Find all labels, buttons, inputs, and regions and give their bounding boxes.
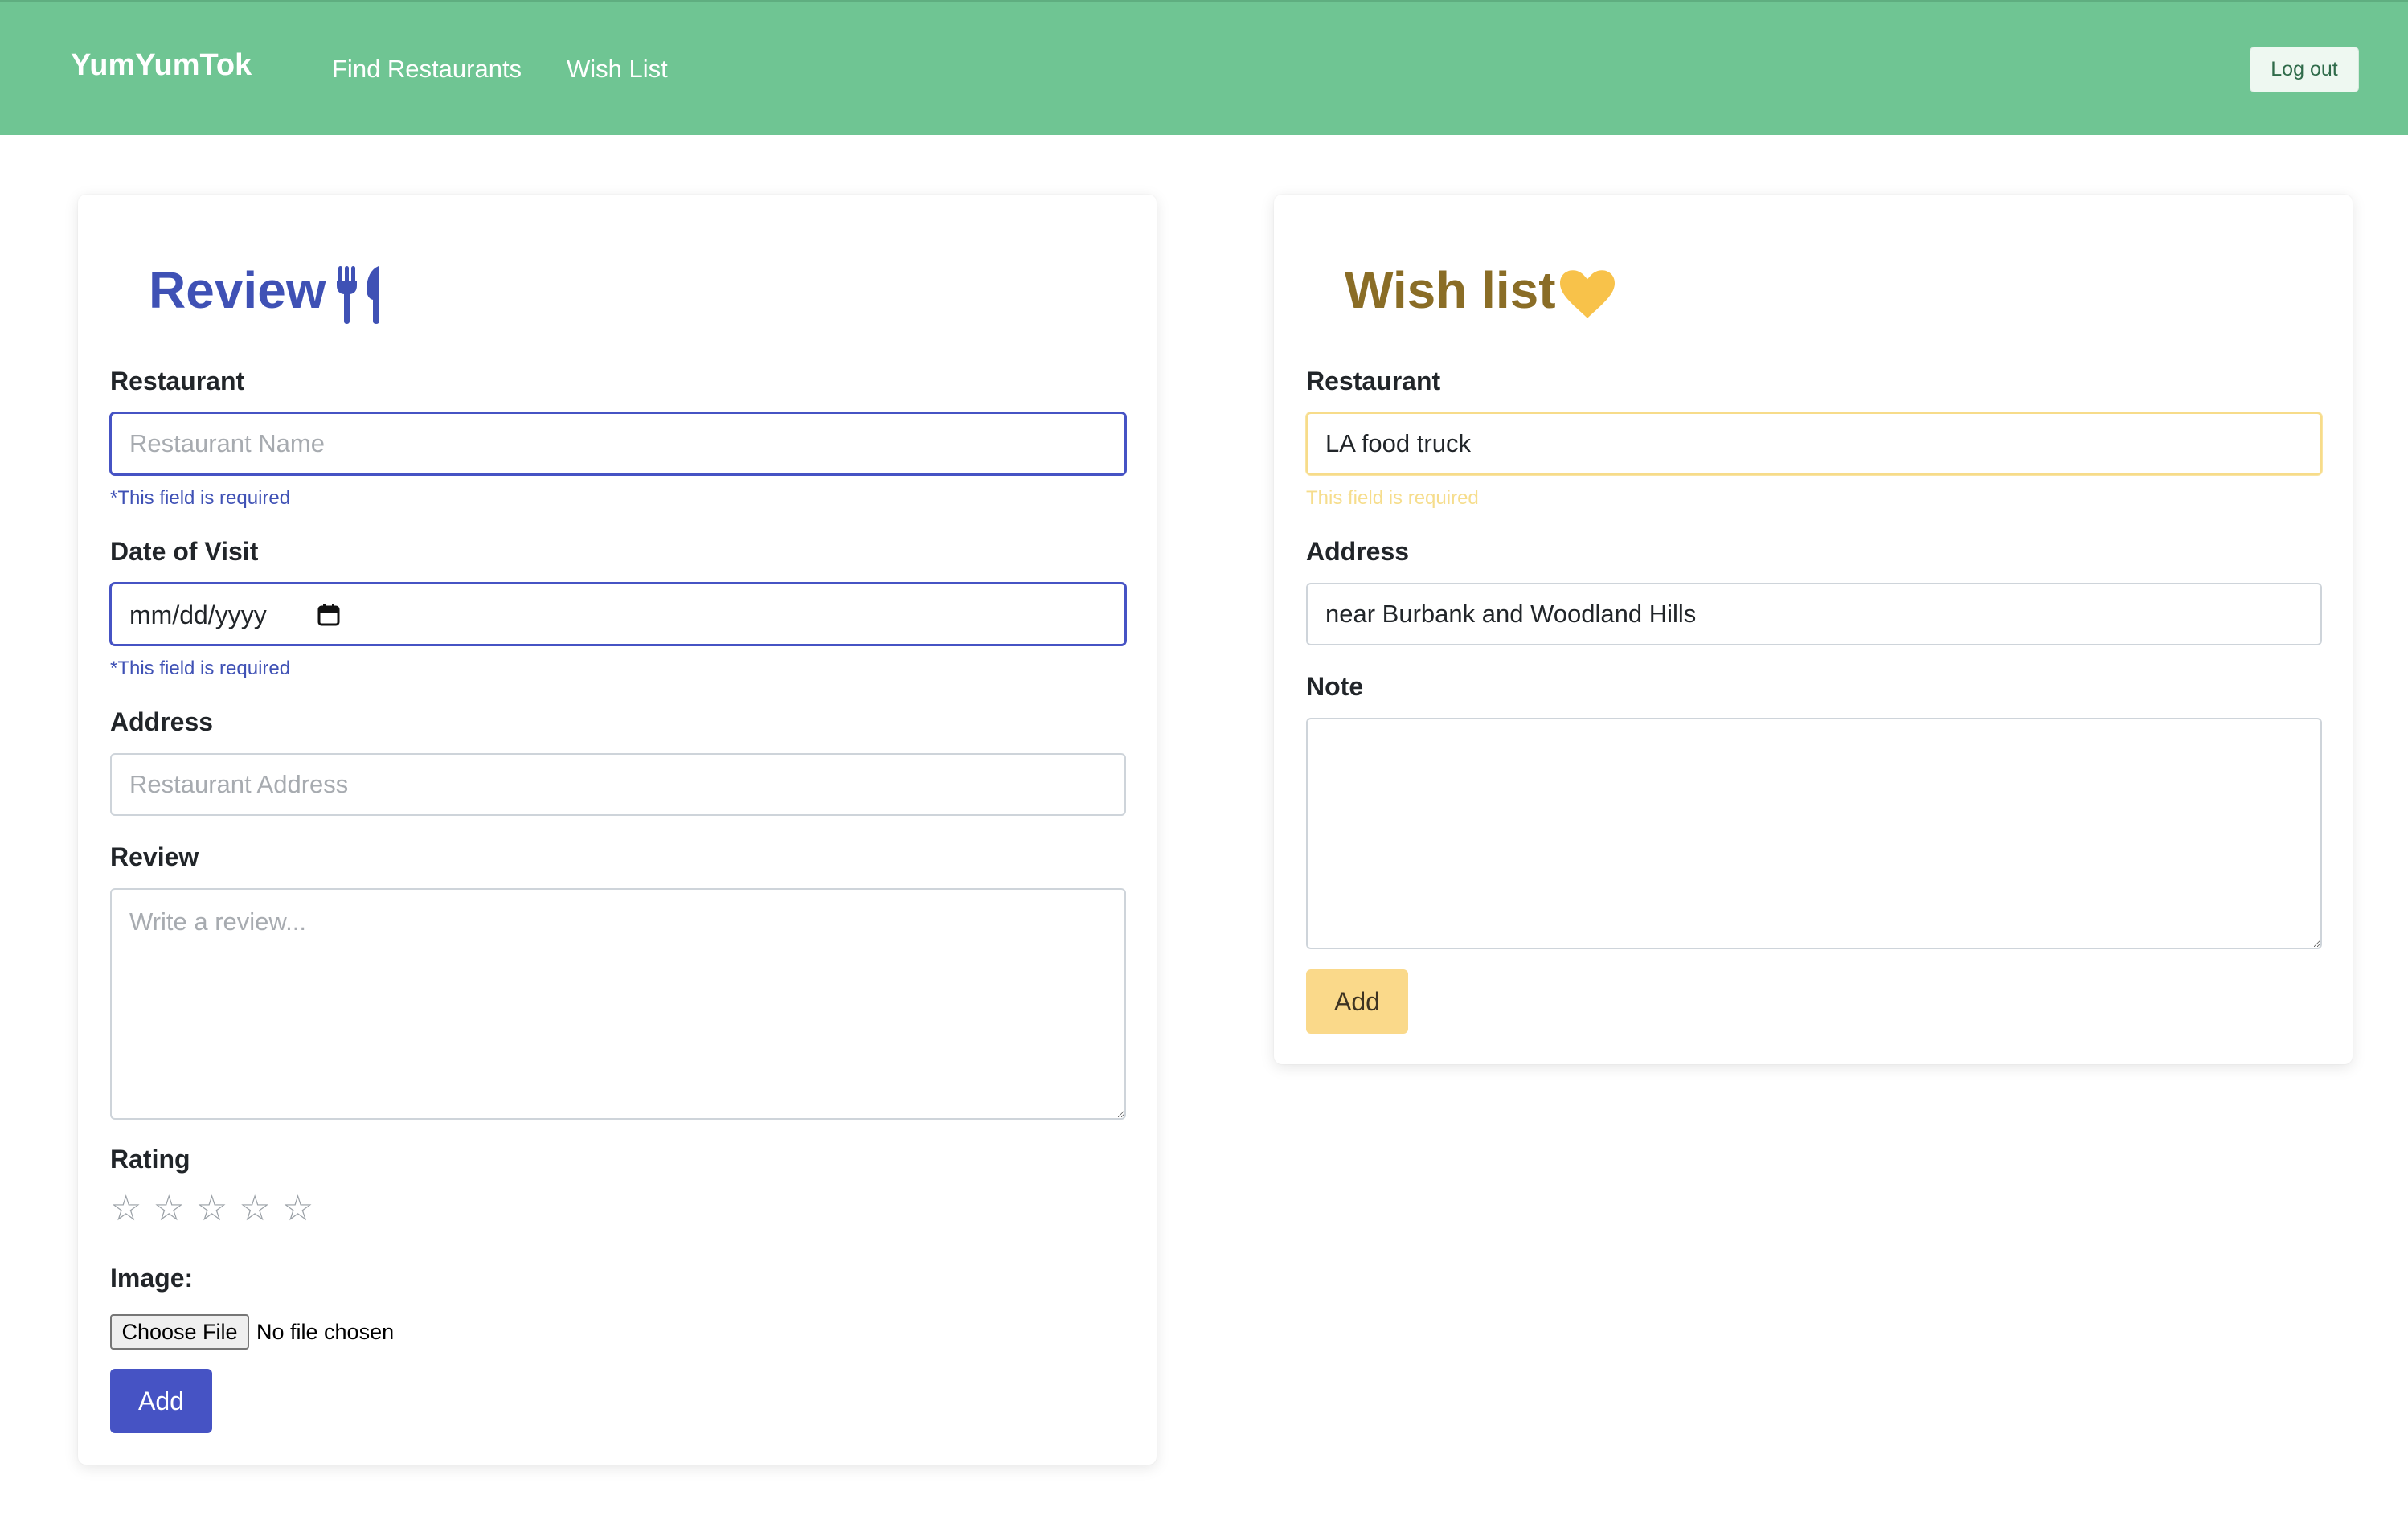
note-textarea[interactable] (1306, 718, 2322, 949)
restaurant-name-input[interactable] (110, 412, 1126, 475)
wish-add-button[interactable]: Add (1306, 969, 1408, 1034)
wish-restaurant-required-hint: This field is required (1306, 487, 1479, 509)
address-label: Address (110, 707, 214, 736)
review-title: Review (149, 261, 326, 319)
wish-restaurant-input[interactable] (1306, 412, 2322, 475)
star-icon[interactable]: ☆ (282, 1191, 313, 1227)
address-input[interactable] (110, 753, 1126, 816)
wish-list-card: Wish list Restaurant This field is requi… (1274, 195, 2353, 1064)
rating-stars[interactable]: ☆ ☆ ☆ ☆ ☆ (110, 1191, 313, 1227)
rating-label: Rating (110, 1145, 190, 1174)
star-icon[interactable]: ☆ (153, 1191, 184, 1227)
wish-address-label: Address (1306, 537, 1410, 566)
note-label: Note (1306, 672, 1364, 701)
restaurant-required-hint: *This field is required (110, 487, 291, 509)
utensils-icon (337, 266, 379, 324)
star-icon[interactable]: ☆ (110, 1191, 141, 1227)
restaurant-label: Restaurant (110, 367, 245, 395)
date-required-hint: *This field is required (110, 658, 291, 679)
logout-button[interactable]: Log out (2250, 47, 2359, 92)
wish-restaurant-label: Restaurant (1306, 367, 1441, 395)
date-format-text: mm/dd/yyyy (129, 600, 267, 629)
choose-file-button[interactable]: Choose File (110, 1314, 249, 1350)
star-icon[interactable]: ☆ (196, 1191, 227, 1227)
review-textarea[interactable] (110, 888, 1126, 1120)
heart-icon (1560, 270, 1615, 318)
nav-find-restaurants[interactable]: Find Restaurants (332, 55, 522, 84)
star-icon[interactable]: ☆ (239, 1191, 270, 1227)
date-of-visit-input[interactable]: mm/dd/yyyy (110, 583, 1126, 645)
image-label: Image: (110, 1264, 194, 1293)
review-add-button[interactable]: Add (110, 1369, 212, 1433)
top-navbar: YumYumTok Find Restaurants Wish List Log… (0, 0, 2408, 135)
review-label: Review (110, 842, 199, 871)
nav-wish-list[interactable]: Wish List (567, 55, 668, 84)
date-of-visit-label: Date of Visit (110, 537, 259, 566)
file-status-text: No file chosen (256, 1320, 395, 1344)
brand-logo[interactable]: YumYumTok (71, 48, 252, 83)
wish-address-input[interactable] (1306, 583, 2322, 645)
review-card: Review Restaurant *This field is require… (78, 195, 1157, 1465)
calendar-icon[interactable] (317, 604, 340, 626)
wish-list-title: Wish list (1345, 261, 1556, 319)
